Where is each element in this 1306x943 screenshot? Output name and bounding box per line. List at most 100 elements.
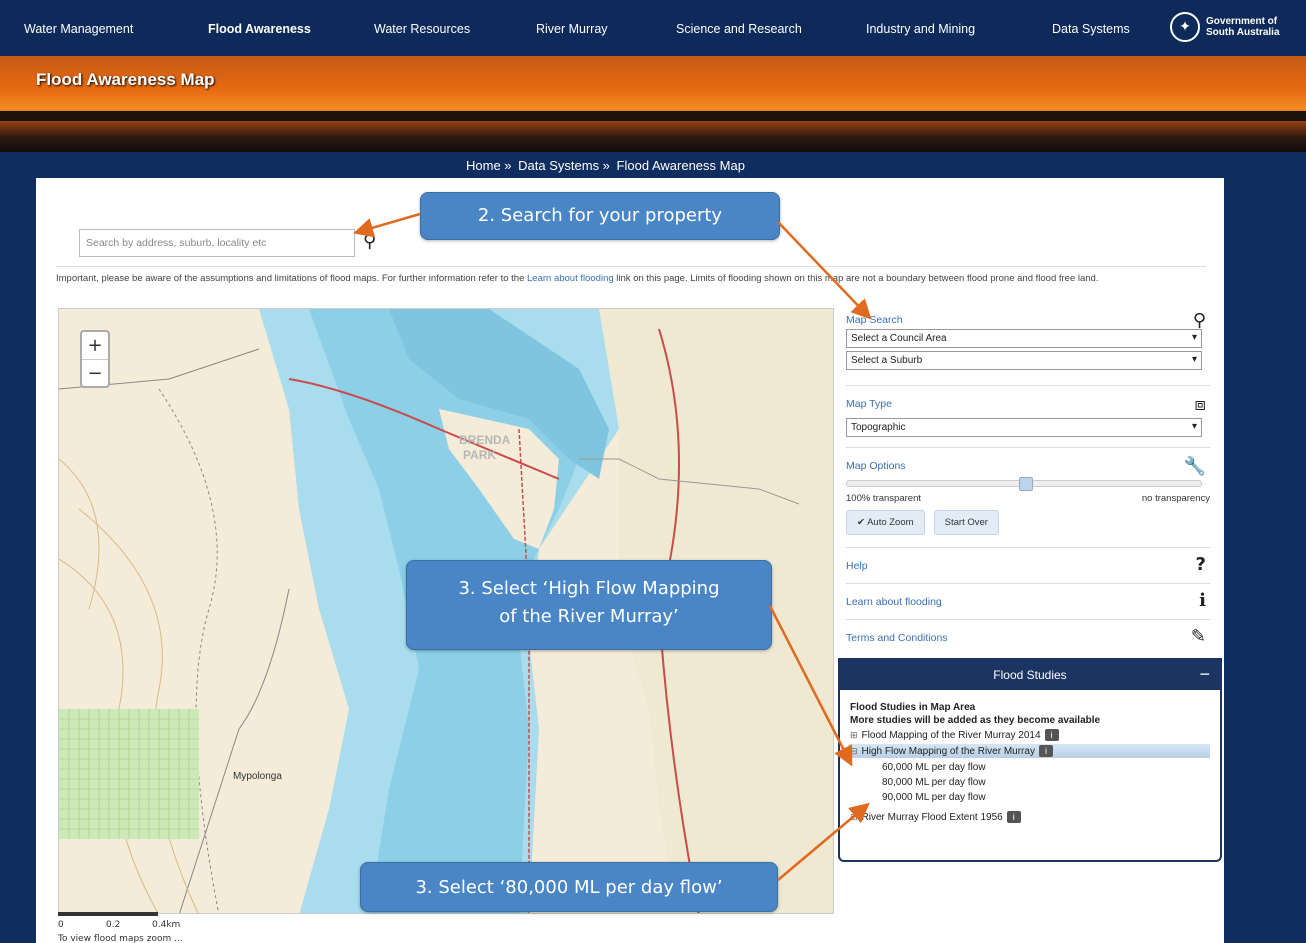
- study-row-1956[interactable]: ⊞ River Murray Flood Extent 1956 i: [850, 811, 1210, 823]
- search-input[interactable]: Search by address, suburb, locality etc: [79, 229, 355, 257]
- chevron-down-icon: ▾: [1191, 354, 1197, 365]
- question-icon[interactable]: ?: [1196, 554, 1206, 575]
- gov-line-2: South Australia: [1206, 27, 1280, 38]
- study-row-high-flow[interactable]: ⊟ High Flow Mapping of the River Murray …: [848, 744, 1210, 758]
- option-buttons: ✔ Auto Zoom Start Over: [846, 510, 1210, 535]
- callout-flow: 3. Select ‘80,000 ML per day flow’: [360, 862, 778, 912]
- auto-zoom-button[interactable]: ✔ Auto Zoom: [846, 510, 925, 535]
- flood-studies-body: Flood Studies in Map Area More studies w…: [840, 690, 1220, 823]
- banner: Flood Awareness Map: [0, 56, 1306, 152]
- flow-option-80000[interactable]: 80,000 ML per day flow: [882, 777, 1210, 788]
- side-panel: Map Search ⚲ Select a Council Area ▾ Sele…: [846, 308, 1210, 656]
- map-label-park: BRENDA: [459, 433, 511, 447]
- callout-high-flow-line-2: of the River Murray’: [499, 606, 679, 627]
- nav-water-management[interactable]: Water Management: [24, 22, 133, 36]
- chevron-down-icon: ▾: [1191, 332, 1197, 343]
- flood-studies-panel: Flood Studies − Flood Studies in Map Are…: [838, 658, 1222, 862]
- flow-option-60000[interactable]: 60,000 ML per day flow: [882, 762, 1210, 773]
- suburb-select-value: Select a Suburb: [851, 355, 923, 366]
- divider: [56, 266, 1206, 267]
- wrench-icon: 🔧: [1183, 456, 1206, 477]
- flow-option-90000[interactable]: 90,000 ML per day flow: [882, 792, 1210, 803]
- edit-document-icon[interactable]: ✎: [1191, 626, 1206, 647]
- info-icon[interactable]: i: [1038, 745, 1053, 757]
- study-row-2014[interactable]: ⊞ Flood Mapping of the River Murray 2014…: [850, 729, 1210, 741]
- map-label-park-2: PARK: [463, 448, 496, 462]
- top-nav: Water Management Flood Awareness Water R…: [0, 0, 1306, 56]
- scale-label-2: 0.4km: [152, 920, 181, 930]
- terms-link[interactable]: Terms and Conditions: [846, 632, 1210, 644]
- magnifier-icon: ⚲: [1192, 310, 1206, 331]
- help-link[interactable]: Help: [846, 560, 1210, 572]
- map-type-title[interactable]: Map Type: [846, 398, 1210, 410]
- map-search-section: Map Search ⚲ Select a Council Area ▾ Sele…: [846, 308, 1210, 386]
- map-options-title[interactable]: Map Options: [846, 460, 1210, 472]
- flood-studies-heading: Flood Studies in Map Area: [850, 702, 976, 713]
- map-search-title[interactable]: Map Search: [846, 314, 1210, 326]
- collapse-icon[interactable]: ⊟: [850, 746, 858, 757]
- flood-studies-note: More studies will be added as they becom…: [850, 715, 1101, 726]
- study-label[interactable]: Flood Mapping of the River Murray 2014: [862, 730, 1041, 741]
- slider-handle[interactable]: [1019, 477, 1033, 491]
- zoom-out-button[interactable]: −: [82, 359, 108, 386]
- footer-text: To view flood maps zoom ...: [58, 934, 183, 943]
- callout-high-flow: 3. Select ‘High Flow Mapping of the Rive…: [406, 560, 772, 650]
- study-label[interactable]: River Murray Flood Extent 1956: [862, 812, 1003, 823]
- learn-about-flooding-link[interactable]: Learn about flooding: [846, 596, 1210, 608]
- map-type-value: Topographic: [851, 422, 906, 433]
- notice-before: Important, please be aware of the assump…: [56, 273, 528, 284]
- council-select[interactable]: Select a Council Area ▾: [846, 329, 1202, 348]
- callout-search: 2. Search for your property: [420, 192, 780, 240]
- nav-industry-mining[interactable]: Industry and Mining: [866, 22, 975, 36]
- notice-after: link on this page. Limits of flooding sh…: [613, 273, 1099, 284]
- breadcrumb-home[interactable]: Home »: [466, 158, 512, 173]
- nav-flood-awareness[interactable]: Flood Awareness: [208, 22, 311, 36]
- government-logo[interactable]: ✦ Government of South Australia: [1170, 12, 1280, 42]
- map-type-section: Map Type ⧈ Topographic ▾: [846, 386, 1210, 448]
- council-select-value: Select a Council Area: [851, 333, 947, 344]
- slider-left-label: 100% transparent: [846, 493, 921, 504]
- scale-label-1: 0.2: [106, 920, 121, 930]
- map-type-select[interactable]: Topographic ▾: [846, 418, 1202, 437]
- terms-section: Terms and Conditions ✎: [846, 620, 1210, 656]
- info-icon[interactable]: i: [1006, 811, 1021, 823]
- map-icon: ⧈: [1194, 394, 1206, 415]
- info-icon[interactable]: i: [1044, 729, 1059, 741]
- search-icon[interactable]: ⚲: [363, 231, 376, 252]
- expand-icon[interactable]: ⊞: [850, 730, 858, 741]
- nav-river-murray[interactable]: River Murray: [536, 22, 608, 36]
- transparency-slider[interactable]: [846, 477, 1202, 491]
- chevron-down-icon: ▾: [1191, 421, 1197, 432]
- flood-studies-title: Flood Studies: [993, 668, 1067, 682]
- map-options-section: Map Options 🔧 100% transparent no transp…: [846, 448, 1210, 548]
- expand-icon[interactable]: ⊞: [850, 812, 858, 823]
- scale-label-0: 0: [58, 920, 64, 930]
- zoom-control: + −: [80, 330, 110, 388]
- slider-labels: 100% transparent no transparency: [846, 493, 1210, 504]
- government-name: Government of South Australia: [1206, 16, 1280, 38]
- help-section: Help ?: [846, 548, 1210, 584]
- government-seal-icon: ✦: [1170, 12, 1200, 42]
- gov-line-1: Government of: [1206, 16, 1278, 27]
- zoom-in-button[interactable]: +: [82, 332, 108, 359]
- scale-bar: [58, 912, 158, 916]
- collapse-icon[interactable]: −: [1199, 664, 1210, 685]
- callout-high-flow-line-1: 3. Select ‘High Flow Mapping: [458, 578, 720, 599]
- info-icon[interactable]: i: [1199, 590, 1206, 611]
- nav-science-research[interactable]: Science and Research: [676, 22, 802, 36]
- nav-data-systems[interactable]: Data Systems: [1052, 22, 1130, 36]
- nav-water-resources[interactable]: Water Resources: [374, 22, 470, 36]
- banner-title: Flood Awareness Map: [36, 70, 215, 89]
- learn-section: Learn about flooding i: [846, 584, 1210, 620]
- suburb-select[interactable]: Select a Suburb ▾: [846, 351, 1202, 370]
- breadcrumb: Home » Data Systems » Flood Awareness Ma…: [466, 158, 748, 173]
- slider-right-label: no transparency: [1141, 493, 1210, 504]
- notice-learn-link[interactable]: Learn about flooding: [527, 273, 614, 284]
- study-label[interactable]: High Flow Mapping of the River Murray: [862, 746, 1035, 757]
- start-over-button[interactable]: Start Over: [933, 510, 999, 535]
- map-label-town: Mypolonga: [233, 771, 282, 782]
- notice-text: Important, please be aware of the assump…: [56, 272, 1206, 286]
- breadcrumb-data-systems[interactable]: Data Systems »: [518, 158, 610, 173]
- banner-horizon: [0, 111, 1306, 121]
- breadcrumb-current: Flood Awareness Map: [616, 158, 745, 173]
